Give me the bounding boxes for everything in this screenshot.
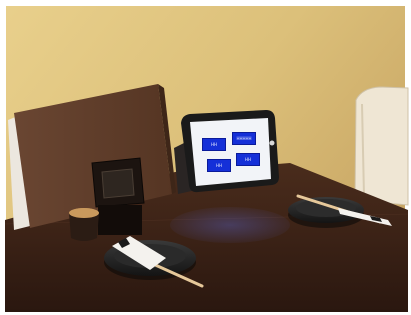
tablet-button-3[interactable]: HH xyxy=(207,159,231,172)
tablet-button-1[interactable]: HH xyxy=(202,138,226,151)
tablet-button-4[interactable]: HH xyxy=(236,153,260,166)
toothpick-holder xyxy=(69,208,99,218)
tablet-button-2[interactable]: HHHHH xyxy=(232,132,256,145)
tablet-screen-ui: HH HHHHH HH HH xyxy=(192,122,270,184)
